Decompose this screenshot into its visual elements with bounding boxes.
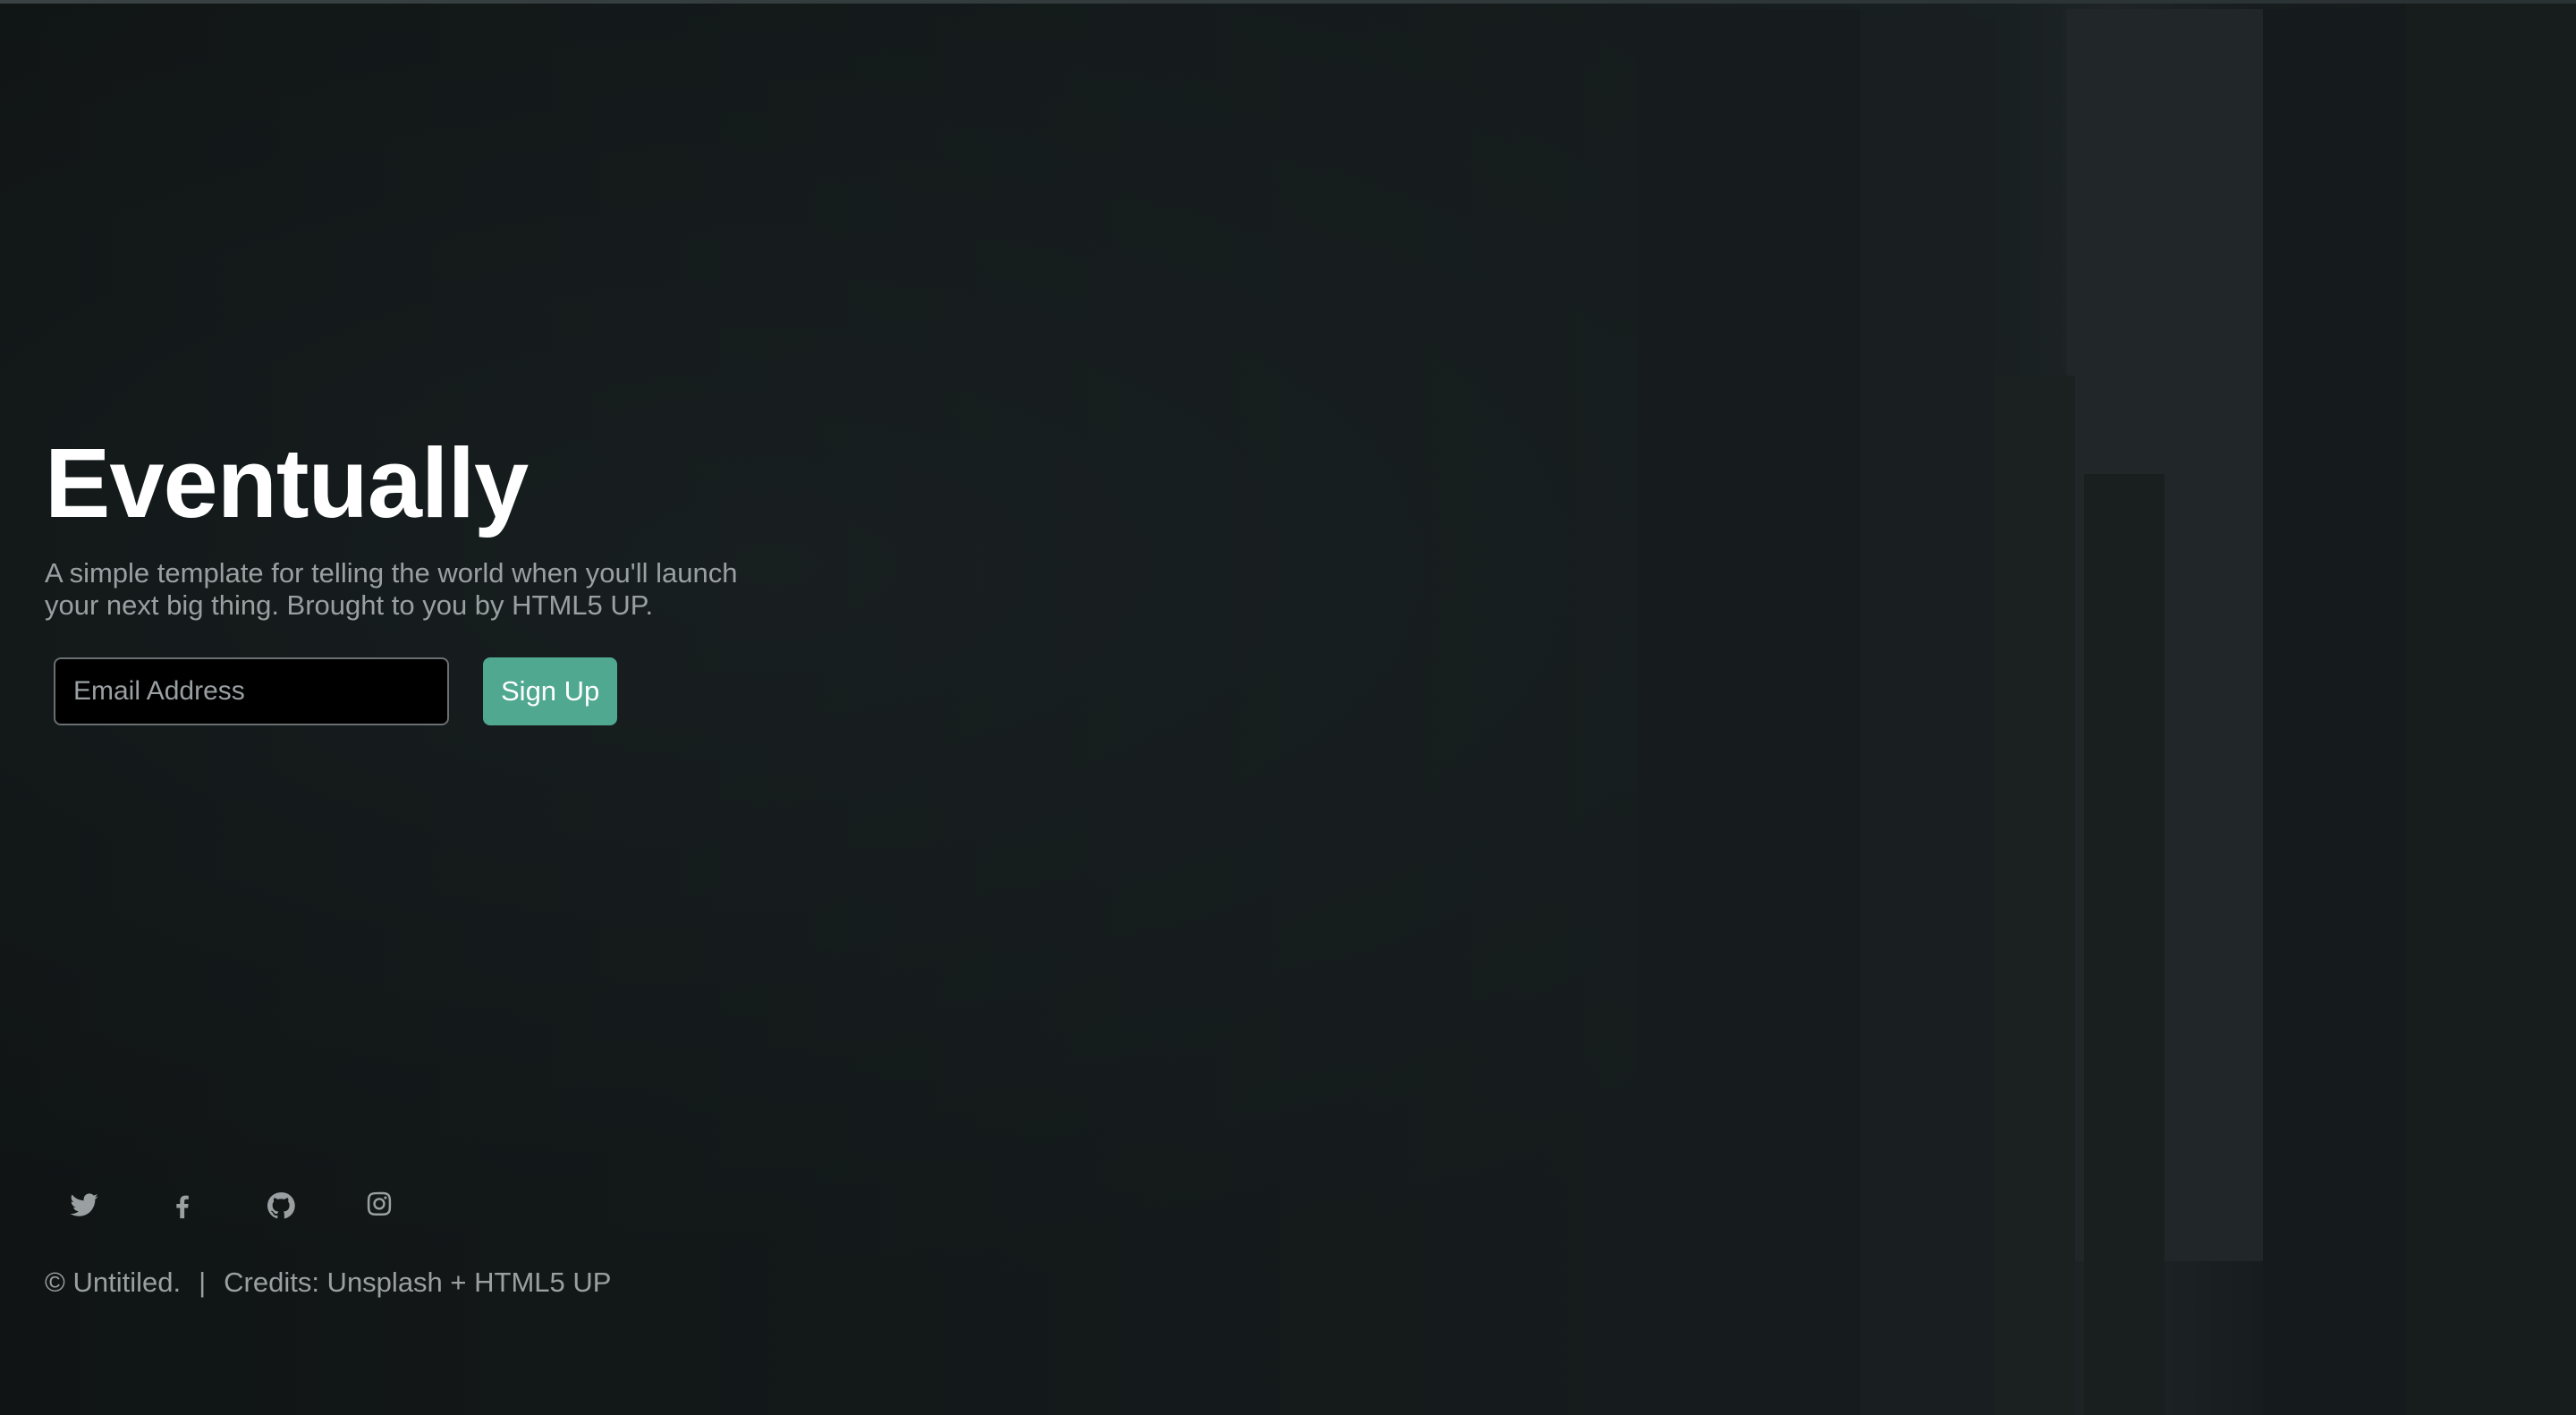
facebook-link[interactable]	[166, 1190, 199, 1222]
instagram-link[interactable]	[363, 1190, 395, 1222]
credits-text: Credits: Unsplash + HTML5 UP	[224, 1267, 612, 1298]
footer-separator: |	[199, 1267, 207, 1298]
sign-up-button[interactable]: Sign Up	[483, 657, 618, 725]
github-icon	[267, 1192, 295, 1219]
page: Eventually A simple template for telling…	[0, 0, 2576, 1415]
email-field[interactable]	[54, 657, 449, 725]
twitter-link[interactable]	[68, 1190, 100, 1222]
facebook-icon	[176, 1195, 189, 1219]
page-subtitle: A simple template for telling the world …	[45, 557, 738, 621]
footer: © Untitiled. | Credits: Unsplash + HTML5…	[45, 1267, 611, 1299]
header-section: Eventually A simple template for telling…	[45, 429, 787, 725]
github-link[interactable]	[265, 1190, 297, 1222]
copyright-text: © Untitiled.	[45, 1267, 182, 1298]
signup-form: Sign Up	[45, 657, 787, 725]
twitter-icon	[70, 1193, 98, 1216]
social-links	[68, 1190, 395, 1222]
instagram-icon	[367, 1191, 392, 1216]
page-title: Eventually	[45, 428, 529, 538]
